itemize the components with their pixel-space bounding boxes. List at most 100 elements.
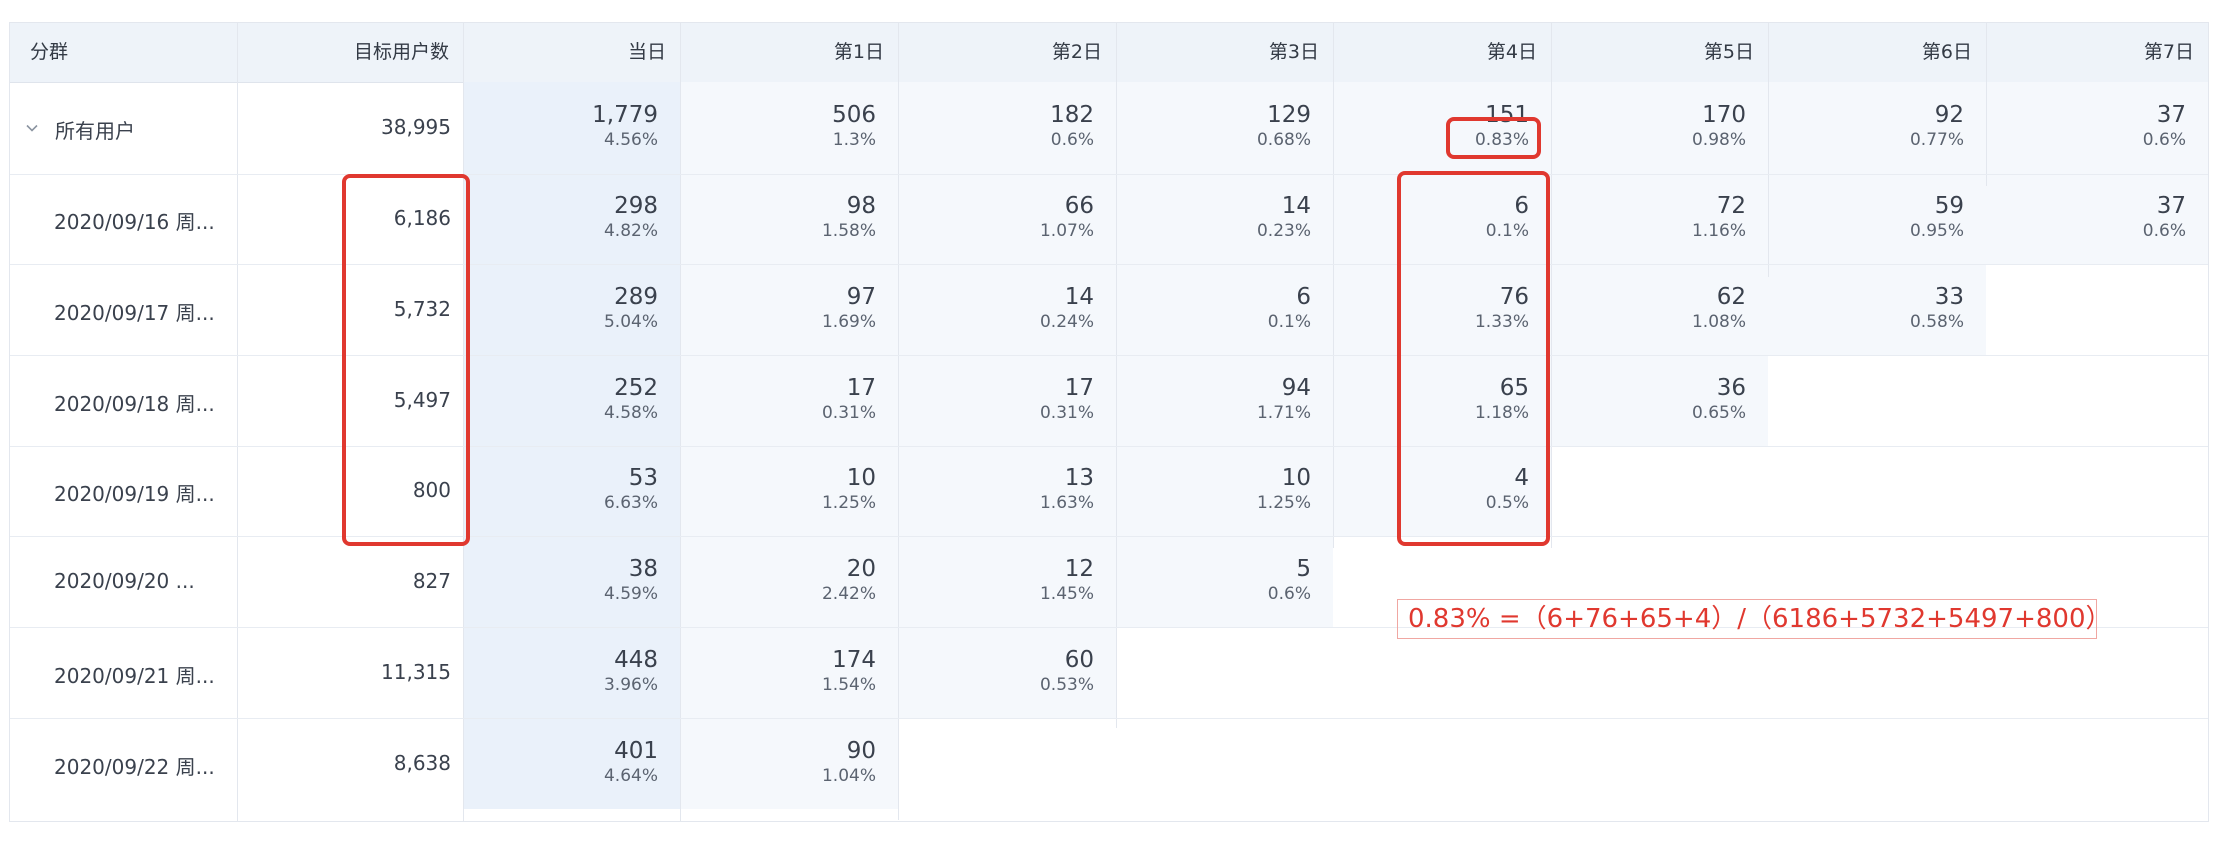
column-divider <box>237 23 238 821</box>
retention-cell[interactable]: 182 0.6% <box>898 101 1094 151</box>
retention-rate: 4.59% <box>603 583 658 604</box>
retention-count: 10 <box>1281 465 1311 491</box>
retention-cell[interactable]: 170 0.98% <box>1551 101 1746 151</box>
retention-rate: 0.95% <box>1909 221 1964 241</box>
retention-cell[interactable]: 94 1.71% <box>1116 374 1311 424</box>
retention-cell[interactable]: 20 2.42% <box>680 555 876 605</box>
retention-rate: 0.6% <box>2142 221 2186 241</box>
retention-cell[interactable]: 33 0.58% <box>1768 283 1964 333</box>
retention-cell[interactable]: 37 0.6% <box>1986 192 2186 242</box>
retention-count: 252 <box>614 374 658 401</box>
retention-count: 12 <box>1064 555 1094 582</box>
segment-all-users[interactable]: 所有用户 <box>55 115 135 144</box>
row-divider <box>10 264 2208 265</box>
header-day-6: 第6日 <box>1921 41 1972 63</box>
segment-date-label[interactable]: 2020/09/19 周... <box>54 478 215 507</box>
retention-count: 10 <box>846 465 876 491</box>
retention-count: 298 <box>614 193 658 219</box>
retention-rate: 1.16% <box>1691 221 1746 241</box>
retention-cell[interactable]: 289 5.04% <box>463 283 658 333</box>
retention-cell[interactable]: 53 6.63% <box>463 464 658 514</box>
retention-rate: 0.98% <box>1691 130 1746 150</box>
retention-cell[interactable]: 10 1.25% <box>680 464 876 514</box>
retention-rate: 0.58% <box>1909 311 1964 332</box>
retention-cell[interactable]: 10 1.25% <box>1116 464 1311 514</box>
target-users-value: 11,315 <box>381 659 451 684</box>
retention-cell[interactable]: 6 0.1% <box>1116 283 1311 333</box>
retention-count: 66 <box>1064 193 1094 219</box>
retention-cell[interactable]: 97 1.69% <box>680 283 876 333</box>
row-divider <box>10 718 2208 719</box>
retention-cell[interactable]: 92 0.77% <box>1768 101 1964 151</box>
retention-rate: 1.63% <box>1039 493 1094 513</box>
retention-count: 92 <box>1934 102 1964 128</box>
header-segment: 分群 <box>30 41 69 63</box>
retention-cell[interactable]: 174 1.54% <box>680 646 876 696</box>
retention-count: 129 <box>1267 102 1311 128</box>
retention-rate: 0.24% <box>1039 311 1094 332</box>
retention-rate: 2.42% <box>821 583 876 604</box>
target-users-value: 827 <box>412 568 451 593</box>
chevron-down-icon[interactable] <box>24 120 40 136</box>
highlight-day4-cells-box <box>1397 171 1550 546</box>
retention-rate: 1.25% <box>1256 493 1311 513</box>
retention-cell[interactable]: 66 1.07% <box>898 192 1094 242</box>
segment-date-label[interactable]: 2020/09/18 周... <box>54 388 215 417</box>
retention-rate: 1.58% <box>821 221 876 241</box>
retention-cell[interactable]: 12 1.45% <box>898 555 1094 605</box>
retention-count: 401 <box>614 737 658 764</box>
segment-date-label[interactable]: 2020/09/20 ... <box>54 569 195 593</box>
retention-count: 38 <box>628 555 658 582</box>
retention-count: 97 <box>846 283 876 310</box>
retention-cell[interactable]: 129 0.68% <box>1116 101 1311 151</box>
retention-cell[interactable]: 298 4.82% <box>463 192 658 242</box>
retention-cell[interactable]: 37 0.6% <box>1986 101 2186 151</box>
retention-cell[interactable]: 59 0.95% <box>1768 192 1964 242</box>
retention-rate: 0.31% <box>821 402 876 423</box>
segment-date-label[interactable]: 2020/09/22 周... <box>54 751 215 780</box>
retention-cell[interactable]: 448 3.96% <box>463 646 658 696</box>
retention-count: 72 <box>1716 193 1746 219</box>
retention-count: 14 <box>1064 283 1094 310</box>
retention-cell[interactable]: 17 0.31% <box>898 374 1094 424</box>
retention-rate: 4.58% <box>603 402 658 423</box>
target-users-value: 8,638 <box>393 750 451 775</box>
retention-cell[interactable]: 252 4.58% <box>463 374 658 424</box>
segment-date-label[interactable]: 2020/09/17 周... <box>54 297 215 326</box>
retention-cell[interactable]: 1,779 4.56% <box>463 101 658 151</box>
retention-rate: 4.64% <box>603 765 658 786</box>
retention-count: 5 <box>1296 555 1311 582</box>
retention-count: 182 <box>1050 102 1094 128</box>
retention-cell[interactable]: 62 1.08% <box>1551 283 1746 333</box>
retention-rate: 1.25% <box>821 493 876 513</box>
retention-count: 36 <box>1716 374 1746 401</box>
highlight-day4-total-pct-box <box>1446 117 1541 159</box>
header-day-2: 第2日 <box>1051 41 1102 63</box>
retention-rate: 0.31% <box>1039 402 1094 423</box>
retention-cell[interactable]: 72 1.16% <box>1551 192 1746 242</box>
retention-cell[interactable]: 17 0.31% <box>680 374 876 424</box>
retention-cell[interactable]: 401 4.64% <box>463 737 658 787</box>
retention-rate: 0.68% <box>1256 130 1311 150</box>
retention-cell[interactable]: 60 0.53% <box>898 646 1094 696</box>
retention-count: 6 <box>1296 283 1311 310</box>
retention-rate: 0.6% <box>2142 130 2186 150</box>
retention-rate: 0.53% <box>1039 674 1094 695</box>
retention-count: 33 <box>1934 283 1964 310</box>
retention-cell[interactable]: 90 1.04% <box>680 737 876 787</box>
retention-rate: 0.65% <box>1691 402 1746 423</box>
retention-cell[interactable]: 14 0.24% <box>898 283 1094 333</box>
retention-cell[interactable]: 14 0.23% <box>1116 192 1311 242</box>
retention-rate: 0.6% <box>1050 130 1094 150</box>
retention-cell[interactable]: 5 0.6% <box>1116 555 1311 605</box>
retention-rate: 0.6% <box>1267 583 1311 604</box>
retention-cell[interactable]: 38 4.59% <box>463 555 658 605</box>
retention-count: 37 <box>2156 102 2186 128</box>
segment-date-label[interactable]: 2020/09/21 周... <box>54 660 215 689</box>
retention-cell[interactable]: 98 1.58% <box>680 192 876 242</box>
retention-rate: 1.08% <box>1691 311 1746 332</box>
segment-date-label[interactable]: 2020/09/16 周... <box>54 206 215 235</box>
retention-cell[interactable]: 506 1.3% <box>680 101 876 151</box>
retention-cell[interactable]: 36 0.65% <box>1551 374 1746 424</box>
retention-cell[interactable]: 13 1.63% <box>898 464 1094 514</box>
